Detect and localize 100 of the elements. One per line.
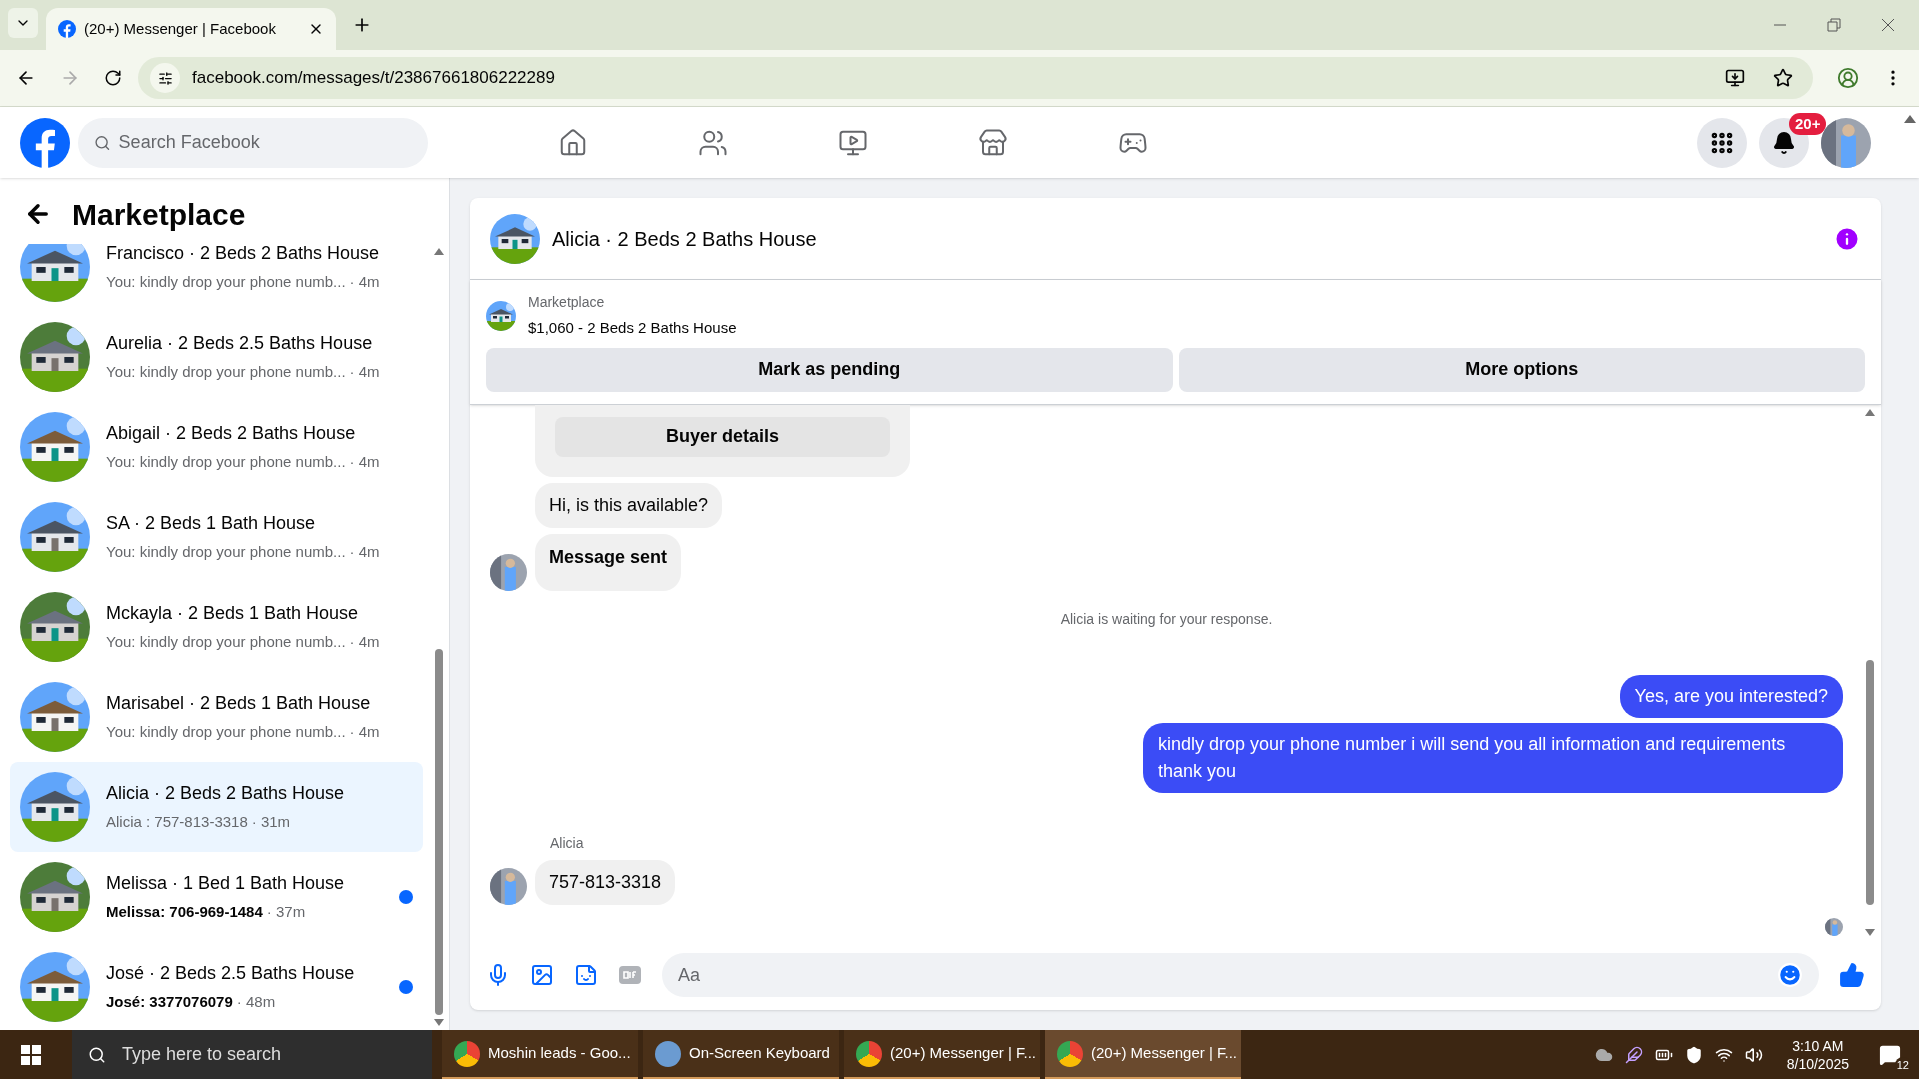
message-time: · 4m	[349, 632, 380, 653]
app-icon	[1057, 1040, 1083, 1067]
conversation-title: Abigail · 2 Beds 2 Baths House	[106, 422, 357, 446]
conversation-title: SA · 2 Beds 1 Bath House	[106, 512, 317, 536]
app-icon	[454, 1040, 480, 1067]
conversation-item[interactable]: Marisabel · 2 Beds 1 Bath House You: kindly drop your phone numb... · 4m	[10, 672, 423, 762]
pen-icon[interactable]	[1624, 1045, 1643, 1064]
search-icon	[94, 133, 111, 152]
action-button[interactable]: Mark as pending	[486, 347, 1173, 392]
sticker-icon[interactable]	[574, 963, 598, 987]
install-icon[interactable]	[1725, 68, 1745, 88]
like-icon[interactable]	[1839, 962, 1865, 988]
message-time: · 4m	[349, 542, 380, 563]
windows-logo-icon[interactable]	[21, 1044, 41, 1065]
shield-icon[interactable]	[1684, 1045, 1703, 1064]
clock-date: 8/10/2025	[1786, 1054, 1849, 1073]
profile-icon[interactable]	[1837, 67, 1859, 89]
taskbar-app[interactable]: (20+) Messenger | F...	[1045, 1030, 1241, 1079]
message-time: · 4m	[349, 272, 380, 293]
app-label: (20+) Messenger | F...	[1091, 1043, 1238, 1064]
address-bar[interactable]: facebook.com/messages/t/23867661806222289	[138, 57, 1813, 99]
notification-badge: 20+	[1789, 112, 1827, 135]
scroll-down-icon[interactable]	[434, 1019, 444, 1026]
message-preview: José: 3377076079	[106, 992, 233, 1013]
scroll-up-icon[interactable]	[1904, 115, 1916, 123]
message-preview: You: kindly drop your phone numb...	[106, 722, 346, 743]
conversation-item[interactable]: José · 2 Beds 2.5 Baths House José: 3377076079 · 48m	[10, 942, 423, 1030]
conversation-title: Francisco · 2 Beds 2 Baths House	[106, 244, 381, 266]
message-time: · 4m	[349, 362, 380, 383]
scroll-up-icon[interactable]	[1865, 408, 1875, 416]
taskbar-app[interactable]: On-Screen Keyboard	[643, 1030, 839, 1079]
message-time: · 37m	[266, 902, 306, 923]
outgoing-message: Yes, are you interested?	[1619, 674, 1843, 718]
conversation-item[interactable]: Melissa · 1 Bed 1 Bath House Melissa: 706-969-1484 · 37m	[10, 852, 423, 942]
facebook-logo-icon[interactable]	[20, 117, 70, 168]
listing-label: Marketplace	[528, 293, 606, 312]
buyer-details-button[interactable]: Buyer details	[555, 416, 890, 457]
status-text: Alicia is waiting for your response.	[1060, 609, 1273, 629]
conversation-title: Mckayla · 2 Beds 1 Bath House	[106, 602, 360, 626]
facebook-logo-icon	[58, 20, 76, 38]
marketplace-icon[interactable]	[978, 127, 1008, 158]
search-field[interactable]: Search Facebook	[78, 117, 428, 168]
bell-icon	[1772, 130, 1796, 155]
incoming-message: 757-813-3318	[535, 859, 676, 905]
photo-icon[interactable]	[530, 963, 554, 987]
message-preview: You: kindly drop your phone numb...	[106, 362, 346, 383]
taskbar-app[interactable]: Moshin leads - Goo...	[442, 1030, 638, 1079]
message-field[interactable]: Aa	[662, 953, 1819, 997]
message-time: · 4m	[349, 722, 380, 743]
url-text: facebook.com/messages/t/23867661806222289	[192, 67, 556, 90]
incoming-message: Hi, is this available?	[535, 482, 723, 528]
scroll-down-icon[interactable]	[1865, 929, 1875, 936]
conversation-title: Alicia · 2 Beds 2 Baths House	[106, 782, 346, 806]
conversation-title: Marisabel · 2 Beds 1 Bath House	[106, 692, 372, 716]
listing-title: $1,060 - 2 Beds 2 Baths House	[528, 318, 737, 338]
conversation-title: Melissa · 1 Bed 1 Bath House	[106, 872, 346, 896]
message-time: · 4m	[349, 452, 380, 473]
app-label: Moshin leads - Goo...	[488, 1043, 631, 1064]
message-preview: You: kindly drop your phone numb...	[106, 272, 346, 293]
app-icon	[655, 1040, 681, 1067]
message-time: · 48m	[236, 992, 276, 1013]
bookmark-icon[interactable]	[1773, 68, 1793, 88]
emoji-icon[interactable]	[1777, 962, 1803, 988]
app-label: (20+) Messenger | F...	[890, 1043, 1037, 1064]
conversation-item[interactable]: Alicia · 2 Beds 2 Baths House Alicia : 757-813-3318 · 31m	[10, 762, 423, 852]
conversation-item[interactable]: SA · 2 Beds 1 Bath House You: kindly drop your phone numb... · 4m	[10, 492, 423, 582]
conversation-item[interactable]: Francisco · 2 Beds 2 Baths House You: kindly drop your phone numb... · 4m	[10, 244, 423, 312]
app-icon	[856, 1040, 882, 1067]
conversation-title: José · 2 Beds 2.5 Baths House	[106, 962, 356, 986]
action-button[interactable]: More options	[1178, 347, 1865, 392]
message-preview: Melissa: 706-969-1484	[106, 902, 263, 923]
conversation-item[interactable]: Aurelia · 2 Beds 2.5 Baths House You: kindly drop your phone numb... · 4m	[10, 312, 423, 402]
conversation-item[interactable]: Mckayla · 2 Beds 1 Bath House You: kindly drop your phone numb... · 4m	[10, 582, 423, 672]
taskbar-search-field[interactable]: Type here to search	[72, 1030, 432, 1079]
incoming-message: Message sent	[535, 533, 682, 591]
browser-tab[interactable]: (20+) Messenger | Facebook	[46, 8, 336, 50]
scroll-up-icon[interactable]	[434, 248, 444, 255]
message-preview: You: kindly drop your phone numb...	[106, 452, 346, 473]
site-info-icon[interactable]	[150, 63, 180, 93]
restore-icon[interactable]	[1827, 18, 1841, 32]
home-icon[interactable]	[558, 127, 588, 158]
message-input[interactable]: Aa	[678, 961, 1777, 989]
outgoing-message: kindly drop your phone number i will send you all information and requirements thank you	[1143, 722, 1843, 793]
reload-icon[interactable]	[104, 69, 122, 87]
menu-button[interactable]	[1697, 117, 1747, 168]
chat-title: Alicia · 2 Beds 2 Baths House	[552, 226, 818, 252]
taskbar-app[interactable]: (20+) Messenger | F...	[844, 1030, 1040, 1079]
search-input[interactable]: Search Facebook	[118, 129, 412, 156]
conversation-item[interactable]: Abigail · 2 Beds 2 Baths House You: kindly drop your phone numb... · 4m	[10, 402, 423, 492]
conversation-title: Aurelia · 2 Beds 2.5 Baths House	[106, 332, 374, 356]
message-preview: You: kindly drop your phone numb...	[106, 542, 346, 563]
tab-list-button[interactable]	[8, 8, 38, 38]
tab-title: (20+) Messenger | Facebook	[84, 18, 277, 39]
message-preview: Alicia : 757-813-3318	[106, 812, 248, 833]
sidebar-title: Marketplace	[72, 196, 246, 233]
app-label: On-Screen Keyboard	[689, 1043, 830, 1064]
taskbar-search-input[interactable]: Type here to search	[121, 1041, 416, 1068]
volume-icon[interactable]	[1744, 1045, 1763, 1064]
message-preview: You: kindly drop your phone numb...	[106, 632, 346, 653]
message-time: · 31m	[251, 812, 291, 833]
